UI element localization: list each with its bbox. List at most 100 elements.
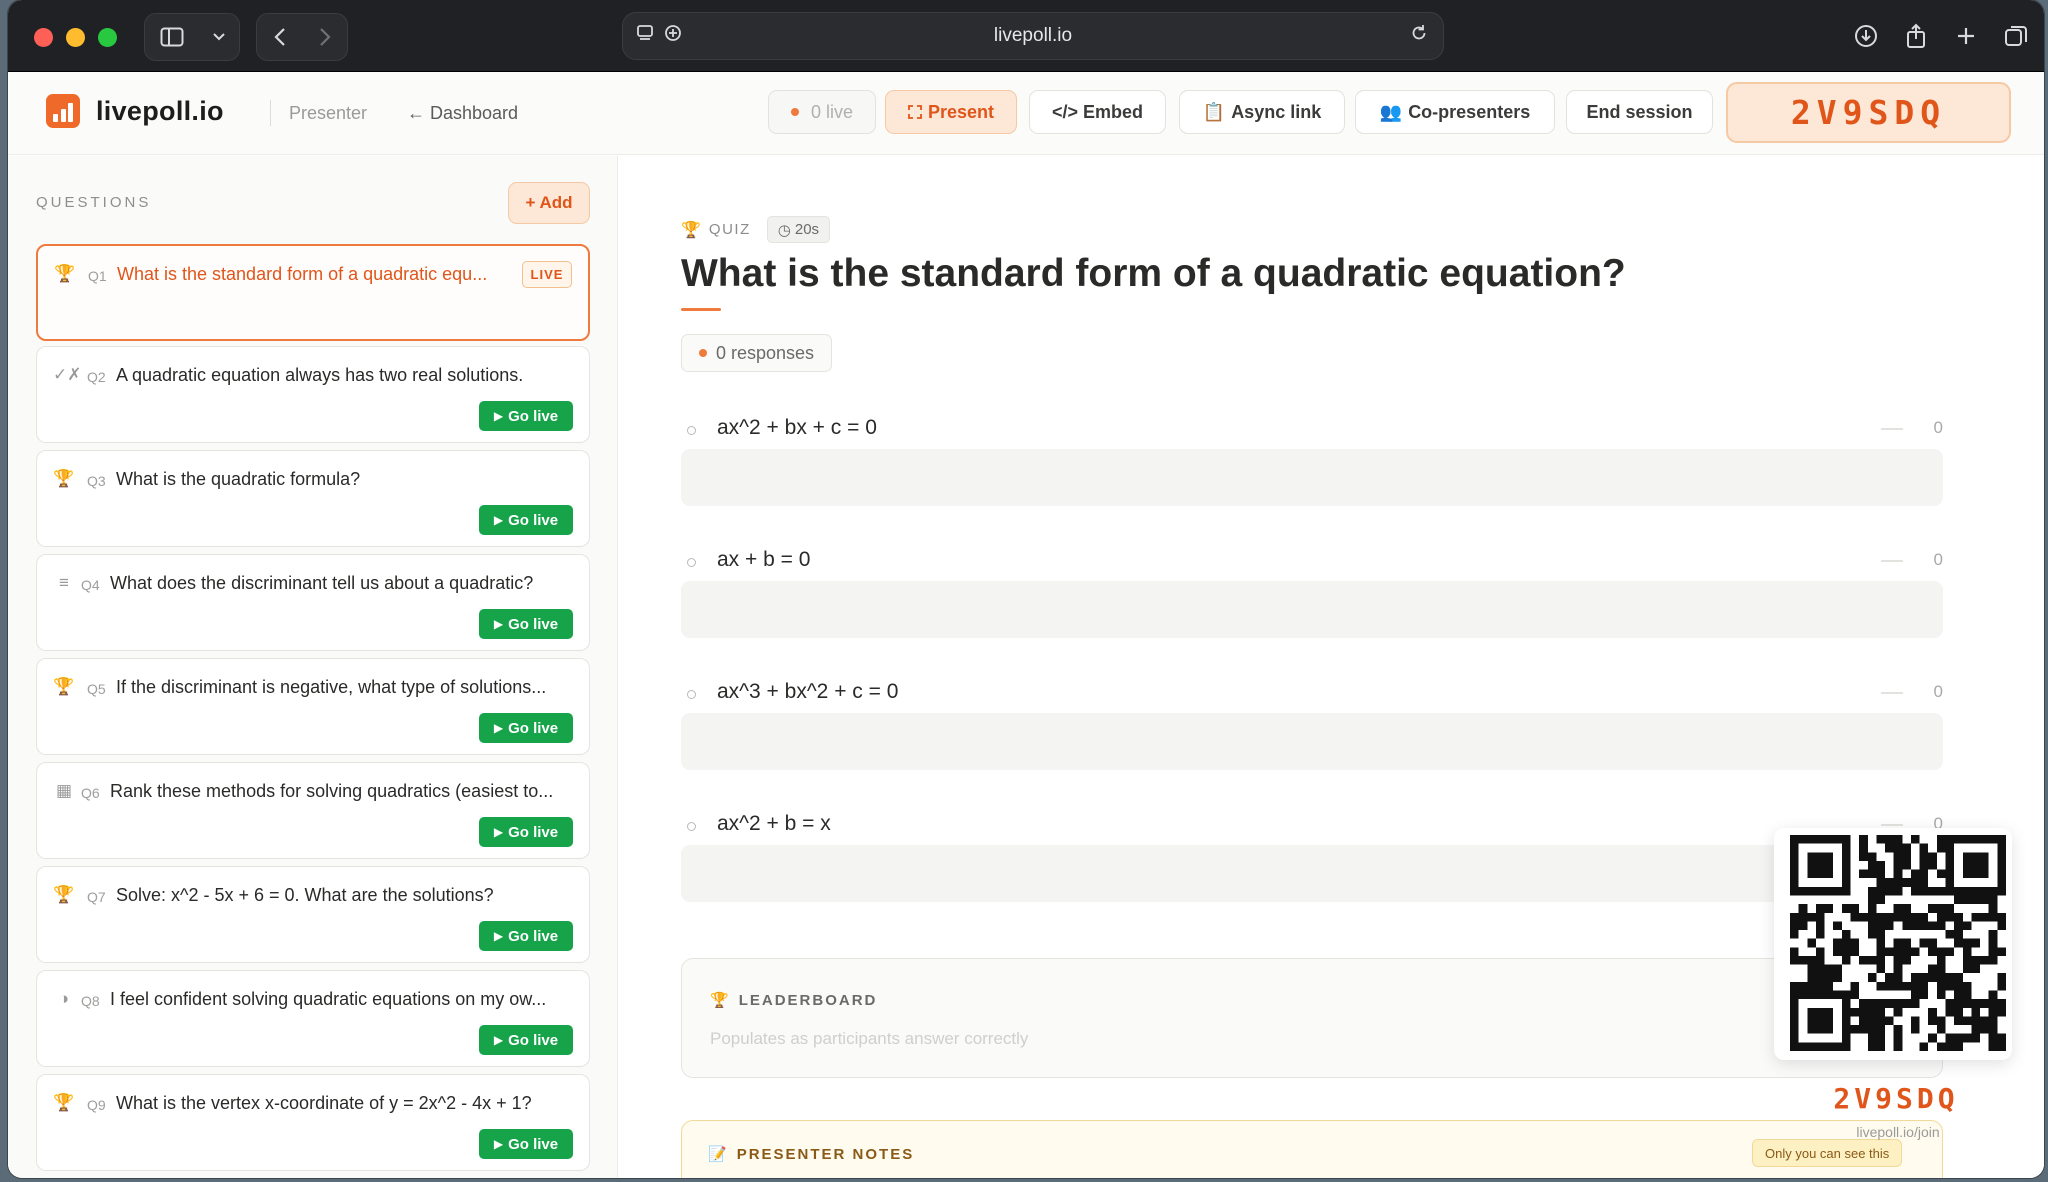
forward-arrow-icon[interactable] bbox=[304, 19, 346, 55]
trophy-icon: 🏆 bbox=[53, 885, 75, 904]
option-dash bbox=[1881, 692, 1903, 694]
session-code-badge[interactable]: 2V9SDQ bbox=[1726, 82, 2011, 143]
brand-name[interactable]: livepoll.io bbox=[96, 96, 224, 127]
option-result-bar bbox=[681, 449, 1943, 506]
question-number: Q6 bbox=[81, 785, 100, 801]
add-question-button[interactable]: + Add bbox=[508, 182, 590, 224]
qr-session-code: 2V9SDQ bbox=[1833, 1082, 1959, 1115]
browser-window: livepoll.io livepoll.io Presenter ← Dash… bbox=[8, 0, 2044, 1178]
option-bullet-icon bbox=[687, 426, 696, 435]
tab-overview-icon[interactable] bbox=[1998, 18, 2034, 54]
option-bullet-icon bbox=[687, 822, 696, 831]
co-presenters-button[interactable]: 👥 Co-presenters bbox=[1355, 90, 1555, 134]
fullscreen-icon bbox=[908, 105, 922, 119]
scale-icon: ◑ bbox=[58, 989, 70, 1008]
async-link-button[interactable]: 📋 Async link bbox=[1179, 90, 1345, 134]
trophy-icon: 🏆 bbox=[53, 469, 75, 488]
play-icon: ▶ bbox=[493, 1137, 504, 1151]
question-number: Q2 bbox=[87, 369, 106, 385]
option-dash bbox=[1881, 560, 1903, 562]
chevron-down-icon[interactable] bbox=[204, 19, 234, 55]
option-dash bbox=[1881, 428, 1903, 430]
live-dot-icon bbox=[790, 108, 799, 116]
share-icon[interactable] bbox=[1898, 18, 1934, 54]
address-bar[interactable]: livepoll.io bbox=[622, 12, 1444, 60]
question-type: 🏆 QUIZ ◷ 20s bbox=[681, 216, 831, 243]
question-text: What is the quadratic formula? bbox=[116, 469, 361, 489]
downloads-icon[interactable] bbox=[1848, 18, 1884, 54]
go-live-button[interactable]: ▶ Go live bbox=[479, 817, 573, 847]
question-text: A quadratic equation always has two real… bbox=[116, 365, 524, 385]
question-card[interactable]: 🏆 Q5 If the discriminant is negative, what… bbox=[36, 658, 590, 755]
timer-badge[interactable]: ◷ 20s bbox=[766, 216, 831, 243]
trophy-icon: 🏆 bbox=[681, 221, 701, 239]
question-card[interactable]: 🏆 Q1 What is the standard form of a quadra… bbox=[36, 244, 590, 341]
question-number: Q3 bbox=[87, 473, 106, 489]
present-button[interactable]: Present bbox=[885, 90, 1017, 134]
note-icon: 📝 bbox=[708, 1146, 729, 1163]
title-underline bbox=[681, 308, 721, 311]
extension-icon[interactable] bbox=[663, 23, 683, 49]
go-live-button[interactable]: ▶ Go live bbox=[479, 713, 573, 743]
end-session-button[interactable]: End session bbox=[1566, 90, 1713, 134]
go-live-button[interactable]: ▶ Go live bbox=[479, 921, 573, 951]
live-count-button[interactable]: 0 live bbox=[768, 90, 876, 134]
url-text[interactable]: livepoll.io bbox=[994, 25, 1072, 47]
leaderboard-subtitle: Populates as participants answer correct… bbox=[710, 1029, 1029, 1048]
option-result-bar bbox=[681, 845, 1943, 902]
question-card[interactable]: 🏆 Q9 What is the vertex x-coordinate of y … bbox=[36, 1074, 590, 1171]
option-text: ax^2 + b = x bbox=[717, 812, 831, 835]
option-text: ax^3 + bx^2 + c = 0 bbox=[717, 680, 899, 703]
new-tab-icon[interactable] bbox=[1948, 18, 1984, 54]
sidebar-toggle-icon[interactable] bbox=[151, 19, 193, 55]
question-card[interactable]: ✓✗ Q2 A quadratic equation always has two … bbox=[36, 346, 590, 443]
play-icon: ▶ bbox=[493, 617, 504, 631]
question-card[interactable]: 🏆 Q3 What is the quadratic formula? ▶ Go liv… bbox=[36, 450, 590, 547]
question-card[interactable]: 🏆 Q7 Solve: x^2 - 5x + 6 = 0. What are the… bbox=[36, 866, 590, 963]
go-live-button[interactable]: ▶ Go live bbox=[479, 1129, 573, 1159]
question-type-label: QUIZ bbox=[708, 221, 751, 238]
answer-option: ax^3 + bx^2 + c = 0 0 bbox=[681, 680, 1943, 800]
option-bullet-icon bbox=[687, 690, 696, 699]
leaderboard-panel: 🏆 LEADERBOARD Populates as participants … bbox=[681, 958, 1943, 1078]
status-dot-icon bbox=[699, 349, 707, 357]
join-qr-panel[interactable] bbox=[1774, 828, 2012, 1060]
question-text: What is the vertex x-coordinate of y = 2… bbox=[116, 1093, 532, 1113]
question-text: I feel confident solving quadratic equat… bbox=[110, 989, 547, 1009]
responses-badge: 0 responses bbox=[681, 334, 833, 372]
question-card[interactable]: ◑ Q8 I feel confident solving quadratic eq… bbox=[36, 970, 590, 1067]
clipboard-icon: 📋 bbox=[1202, 101, 1226, 122]
people-icon: 👥 bbox=[1379, 101, 1403, 122]
reload-icon[interactable] bbox=[1409, 23, 1429, 49]
dashboard-link[interactable]: ← Dashboard bbox=[407, 103, 518, 124]
go-live-button[interactable]: ▶ Go live bbox=[479, 505, 573, 535]
go-live-button[interactable]: ▶ Go live bbox=[479, 1025, 573, 1055]
answer-option: ax + b = 0 0 bbox=[681, 548, 1943, 668]
option-text: ax^2 + bx + c = 0 bbox=[717, 416, 877, 439]
close-window-button[interactable] bbox=[34, 28, 53, 47]
embed-button[interactable]: </> Embed bbox=[1029, 90, 1166, 134]
notes-title: PRESENTER NOTES bbox=[736, 1145, 915, 1163]
go-live-button[interactable]: ▶ Go live bbox=[479, 609, 573, 639]
question-card[interactable]: ▦ Q6 Rank these methods for solving quadra… bbox=[36, 762, 590, 859]
go-live-button[interactable]: ▶ Go live bbox=[479, 401, 573, 431]
option-count: 0 bbox=[1933, 418, 1943, 437]
minimize-window-button[interactable] bbox=[66, 28, 85, 47]
back-arrow-icon[interactable] bbox=[259, 19, 301, 55]
true-false-icon: ✓✗ bbox=[53, 365, 82, 384]
option-result-bar bbox=[681, 713, 1943, 770]
reader-icon[interactable] bbox=[635, 23, 655, 49]
question-number: Q8 bbox=[81, 993, 100, 1009]
question-text: What does the discriminant tell us about… bbox=[110, 573, 534, 593]
presenter-notes-panel: 📝 PRESENTER NOTES Only you can see this bbox=[681, 1120, 1943, 1178]
divider bbox=[270, 100, 271, 126]
question-card[interactable]: ≡ Q4 What does the discriminant tell us ab… bbox=[36, 554, 590, 651]
zoom-window-button[interactable] bbox=[98, 28, 117, 47]
trophy-icon: 🏆 bbox=[53, 677, 75, 696]
trophy-icon: 🏆 bbox=[710, 992, 731, 1009]
questions-heading: QUESTIONS bbox=[36, 194, 152, 211]
list-icon: ≡ bbox=[59, 573, 69, 592]
option-text: ax + b = 0 bbox=[717, 548, 811, 571]
sidebar-toggle-group bbox=[144, 13, 240, 61]
app-header: livepoll.io Presenter ← Dashboard 0 live… bbox=[8, 72, 2044, 155]
